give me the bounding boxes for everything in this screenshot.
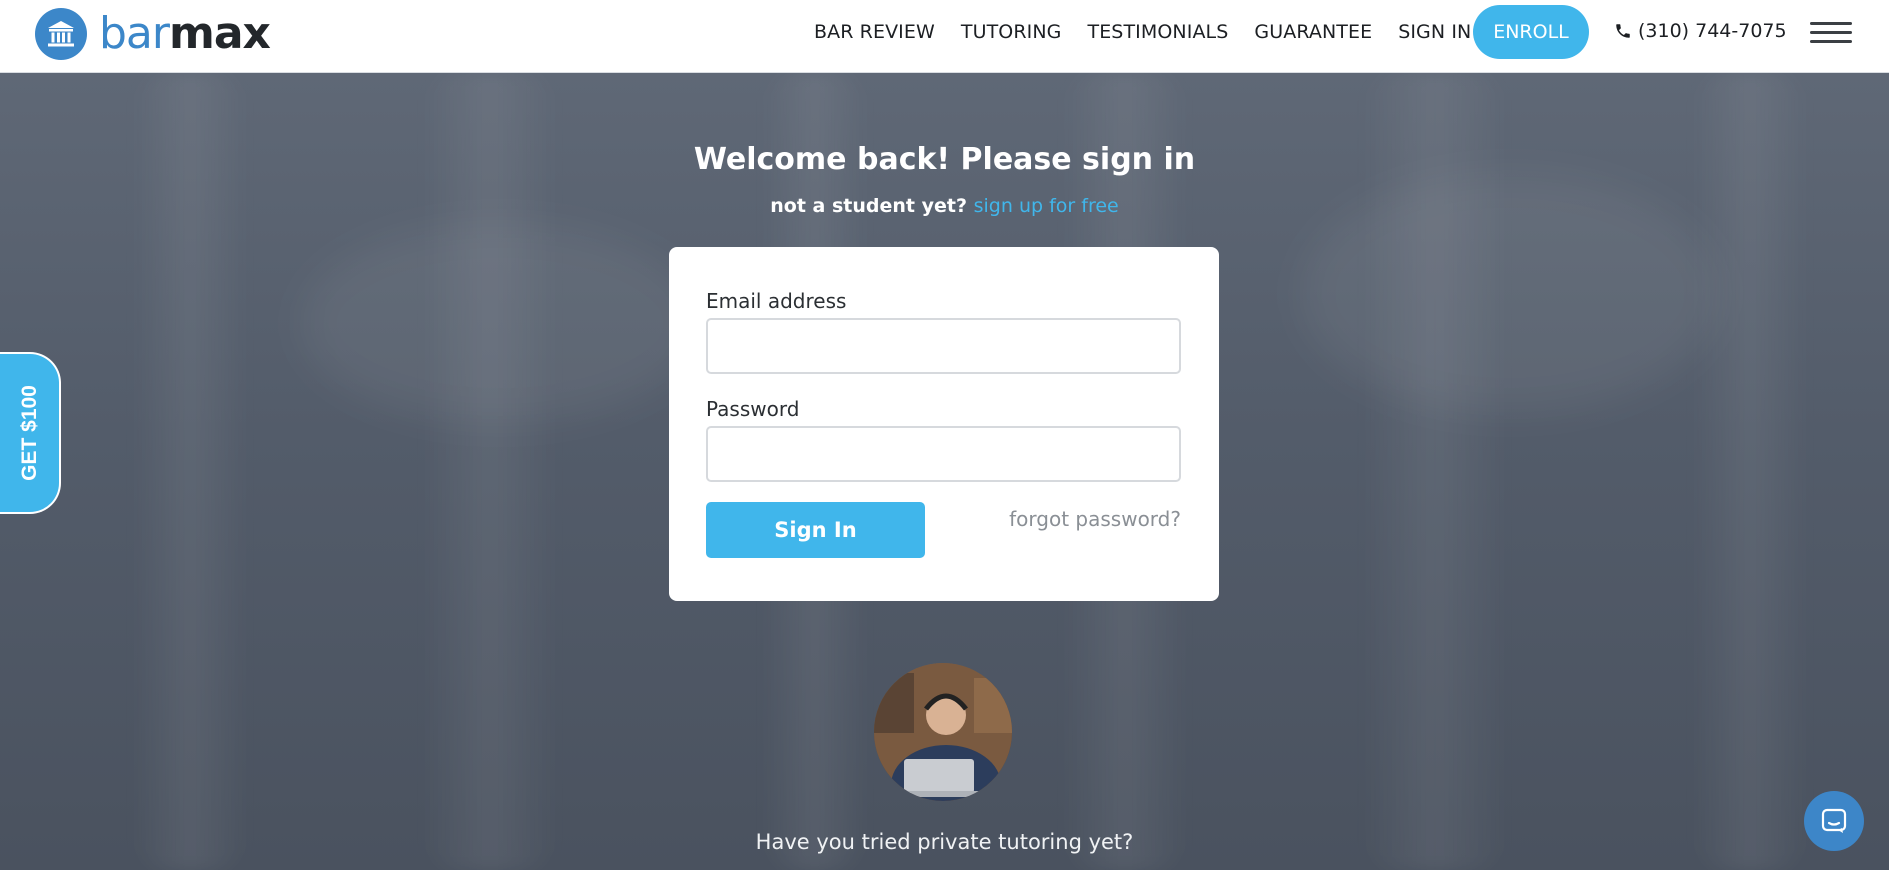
signup-prompt: not a student yet? sign up for free: [0, 195, 1889, 217]
background-column: [420, 73, 560, 870]
promo-tab-label: GET $100: [17, 385, 41, 481]
phone-link[interactable]: (310) 744-7075: [1614, 20, 1787, 42]
brand-logo-link[interactable]: barmax: [35, 8, 271, 60]
phone-number: (310) 744-7075: [1638, 20, 1787, 42]
tutor-photo: [874, 663, 1012, 801]
phone-icon: [1616, 24, 1630, 38]
forgot-password-link[interactable]: forgot password?: [1009, 507, 1181, 531]
chat-bubble-icon: [1821, 808, 1847, 833]
hamburger-menu-icon[interactable]: [1810, 16, 1852, 50]
background-column: [130, 73, 250, 870]
get-100-promo-tab[interactable]: GET $100: [0, 352, 61, 514]
login-form: Email address Password Sign In forgot pa…: [669, 247, 1219, 601]
main-nav: BAR REVIEW TUTORING TESTIMONIALS GUARANT…: [814, 21, 1497, 43]
nav-bar-review[interactable]: BAR REVIEW: [814, 21, 935, 43]
background-glow: [300, 223, 700, 423]
chat-launcher-button[interactable]: [1804, 791, 1864, 851]
nav-sign-in[interactable]: SIGN IN: [1398, 21, 1471, 43]
nav-testimonials[interactable]: TESTIMONIALS: [1088, 21, 1229, 43]
tutoring-question: Have you tried private tutoring yet?: [755, 830, 1134, 854]
nav-guarantee[interactable]: GUARANTEE: [1254, 21, 1372, 43]
page-title: Welcome back! Please sign in: [693, 142, 1196, 177]
brand-wordmark: barmax: [99, 12, 271, 56]
email-field[interactable]: [706, 318, 1181, 374]
background-column: [1690, 73, 1810, 870]
signup-link[interactable]: sign up for free: [974, 195, 1119, 217]
password-field[interactable]: [706, 426, 1181, 482]
email-label: Email address: [706, 289, 847, 313]
enroll-button[interactable]: ENROLL: [1473, 5, 1589, 59]
not-student-text: not a student yet?: [770, 195, 967, 217]
brand-name-part2: max: [168, 8, 271, 59]
password-label: Password: [706, 397, 800, 421]
sign-in-button[interactable]: Sign In: [706, 502, 925, 558]
nav-tutoring[interactable]: TUTORING: [961, 21, 1062, 43]
top-navigation-bar: barmax BAR REVIEW TUTORING TESTIMONIALS …: [0, 0, 1889, 73]
brand-name-part1: bar: [99, 8, 170, 59]
courthouse-icon: [35, 8, 87, 60]
